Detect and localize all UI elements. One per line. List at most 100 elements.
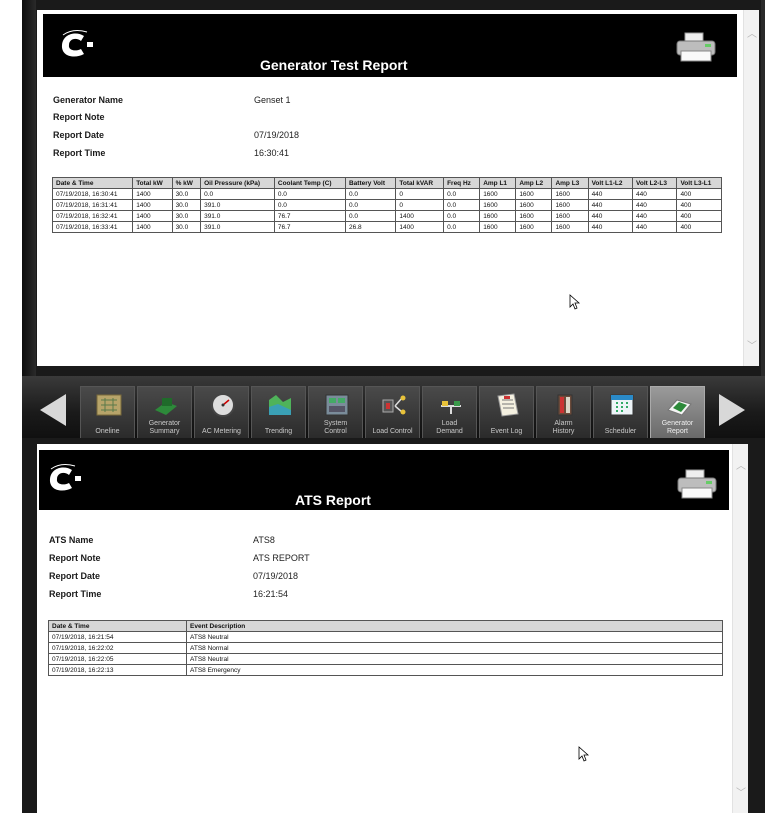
table-cell: 440 [587,188,634,200]
report-title: Generator Test Report [260,57,408,73]
table-cell: 07/19/2018, 16:22:05 [48,653,187,665]
column-header: Volt L3-L1 [676,177,722,189]
table-cell: 26.8 [344,221,397,233]
table-row: 07/19/2018, 16:31:41 1400 30.0 391.0 0.0… [51,199,722,211]
print-icon[interactable] [675,31,717,63]
report-date-label: Report Date [49,571,101,581]
table-cell: 0.0 [273,199,346,211]
print-icon[interactable] [676,468,718,500]
report-title: ATS Report [295,492,371,508]
table-cell: 391.0 [200,221,275,233]
nav-item-ac-metering[interactable]: AC Metering [194,386,249,438]
nav-item-generator-summary[interactable]: Generator Summary [137,386,192,438]
table-cell: 1600 [551,210,589,222]
column-header: Total kVAR [395,177,445,189]
report-header: ATS Report [39,450,729,510]
table-cell: 1400 [132,188,173,200]
table-cell: 0.0 [443,221,481,233]
table-cell: 0.0 [443,188,481,200]
column-header: Date & Time [51,177,134,189]
table-row: 07/19/2018, 16:21:54 ATS8 Neutral [48,631,723,643]
table-cell: 440 [631,199,678,211]
table-cell: 30.0 [171,221,202,233]
table-cell: 400 [676,188,722,200]
table-cell: 0 [395,199,445,211]
nav-item-alarm-history[interactable]: Alarm History [536,386,591,438]
table-cell: 30.0 [171,188,202,200]
generator-name-label: Generator Name [53,95,124,105]
table-cell: 1400 [395,210,445,222]
table-cell: 07/19/2018, 16:31:41 [51,199,134,211]
mouse-cursor-icon [569,294,581,310]
table-cell: 1600 [479,210,517,222]
table-cell: 07/19/2018, 16:22:02 [48,642,187,654]
scroll-down-icon[interactable]: ﹀ [747,342,757,352]
report-note-label: Report Note [49,553,101,563]
ats-report-window: ATS Report ATS Name ATS8 Report Note ATS… [22,438,765,813]
table-cell: 440 [631,221,678,233]
table-cell: 30.0 [171,199,202,211]
nav-item-generator-report[interactable]: Generator Report [650,386,705,438]
table-cell: 07/19/2018, 16:30:41 [51,188,134,200]
ats-name-value: ATS8 [253,535,275,545]
column-header: Total kW [132,177,173,189]
column-header: Amp L3 [551,177,589,189]
nav-item-event-log[interactable]: Event Log [479,386,534,438]
scheduler-icon [610,394,634,416]
scroll-down-icon[interactable]: ﹀ [736,789,746,799]
report-date-label: Report Date [53,130,105,140]
nav-item-trending[interactable]: Trending [251,386,306,438]
nav-item-scheduler[interactable]: Scheduler [593,386,648,438]
column-header: Coolant Temp (C) [273,177,346,189]
report-note-label: Report Note [53,112,105,122]
vertical-scrollbar[interactable]: ︿ ﹀ [732,444,748,813]
table-cell: 1600 [551,199,589,211]
nav-previous-icon[interactable] [40,394,66,426]
table-cell: 1600 [479,188,517,200]
table-row: 07/19/2018, 16:32:41 1400 30.0 391.0 76.… [51,210,722,222]
table-cell: 1600 [551,188,589,200]
report-time-label: Report Time [53,148,106,158]
column-header: Date & Time [48,620,187,632]
nav-label: Oneline [95,428,120,435]
table-cell: 440 [587,210,634,222]
table-cell: 30.0 [171,210,202,222]
table-cell: 400 [676,210,722,222]
table-cell: 440 [631,188,678,200]
nav-item-load-control[interactable]: Load Control [365,386,420,438]
nav-label: Generator Summary [148,420,181,435]
table-cell: 07/19/2018, 16:32:41 [51,210,134,222]
cummins-logo-icon [61,30,93,57]
table-row: 07/19/2018, 16:33:41 1400 30.0 391.0 76.… [51,221,722,233]
scroll-up-icon[interactable]: ︿ [747,30,757,40]
nav-item-oneline[interactable]: Oneline [80,386,135,438]
generator-report-icon [667,399,692,416]
table-cell: 1600 [551,221,589,233]
table-row: 07/19/2018, 16:22:05 ATS8 Neutral [48,653,723,665]
nav-label: System Control [323,420,348,435]
table-row: 07/19/2018, 16:22:13 ATS8 Emergency [48,664,723,676]
table-cell: 1600 [515,188,553,200]
table-cell: 0.0 [443,199,481,211]
table-cell: 0.0 [344,210,397,222]
report-header: Generator Test Report [43,14,737,77]
vertical-scrollbar[interactable]: ︿ ﹀ [743,10,759,366]
scroll-up-icon[interactable]: ︿ [736,462,746,472]
nav-item-load-demand[interactable]: Load Demand [422,386,477,438]
window-bezel [22,0,36,376]
generator-report-panel[interactable]: Generator Test Report Generator Name Gen… [37,10,759,366]
table-row: 07/19/2018, 16:22:02 ATS8 Normal [48,642,723,654]
ats-report-panel[interactable]: ATS Report ATS Name ATS8 Report Note ATS… [37,444,748,813]
generator-data-table: Date & Time Total kW % kW Oil Pressure (… [51,177,722,233]
table-cell: 07/19/2018, 16:33:41 [51,221,134,233]
table-cell: ATS8 Neutral [186,653,723,665]
table-cell: 1600 [515,221,553,233]
ac-metering-icon [211,393,235,417]
column-header: Freq Hz [443,177,481,189]
table-cell: 1600 [515,199,553,211]
nav-label: AC Metering [202,428,241,435]
nav-item-system-control[interactable]: System Control [308,386,363,438]
oneline-icon [96,394,122,416]
nav-next-icon[interactable] [719,394,745,426]
alarm-history-icon [557,394,573,416]
